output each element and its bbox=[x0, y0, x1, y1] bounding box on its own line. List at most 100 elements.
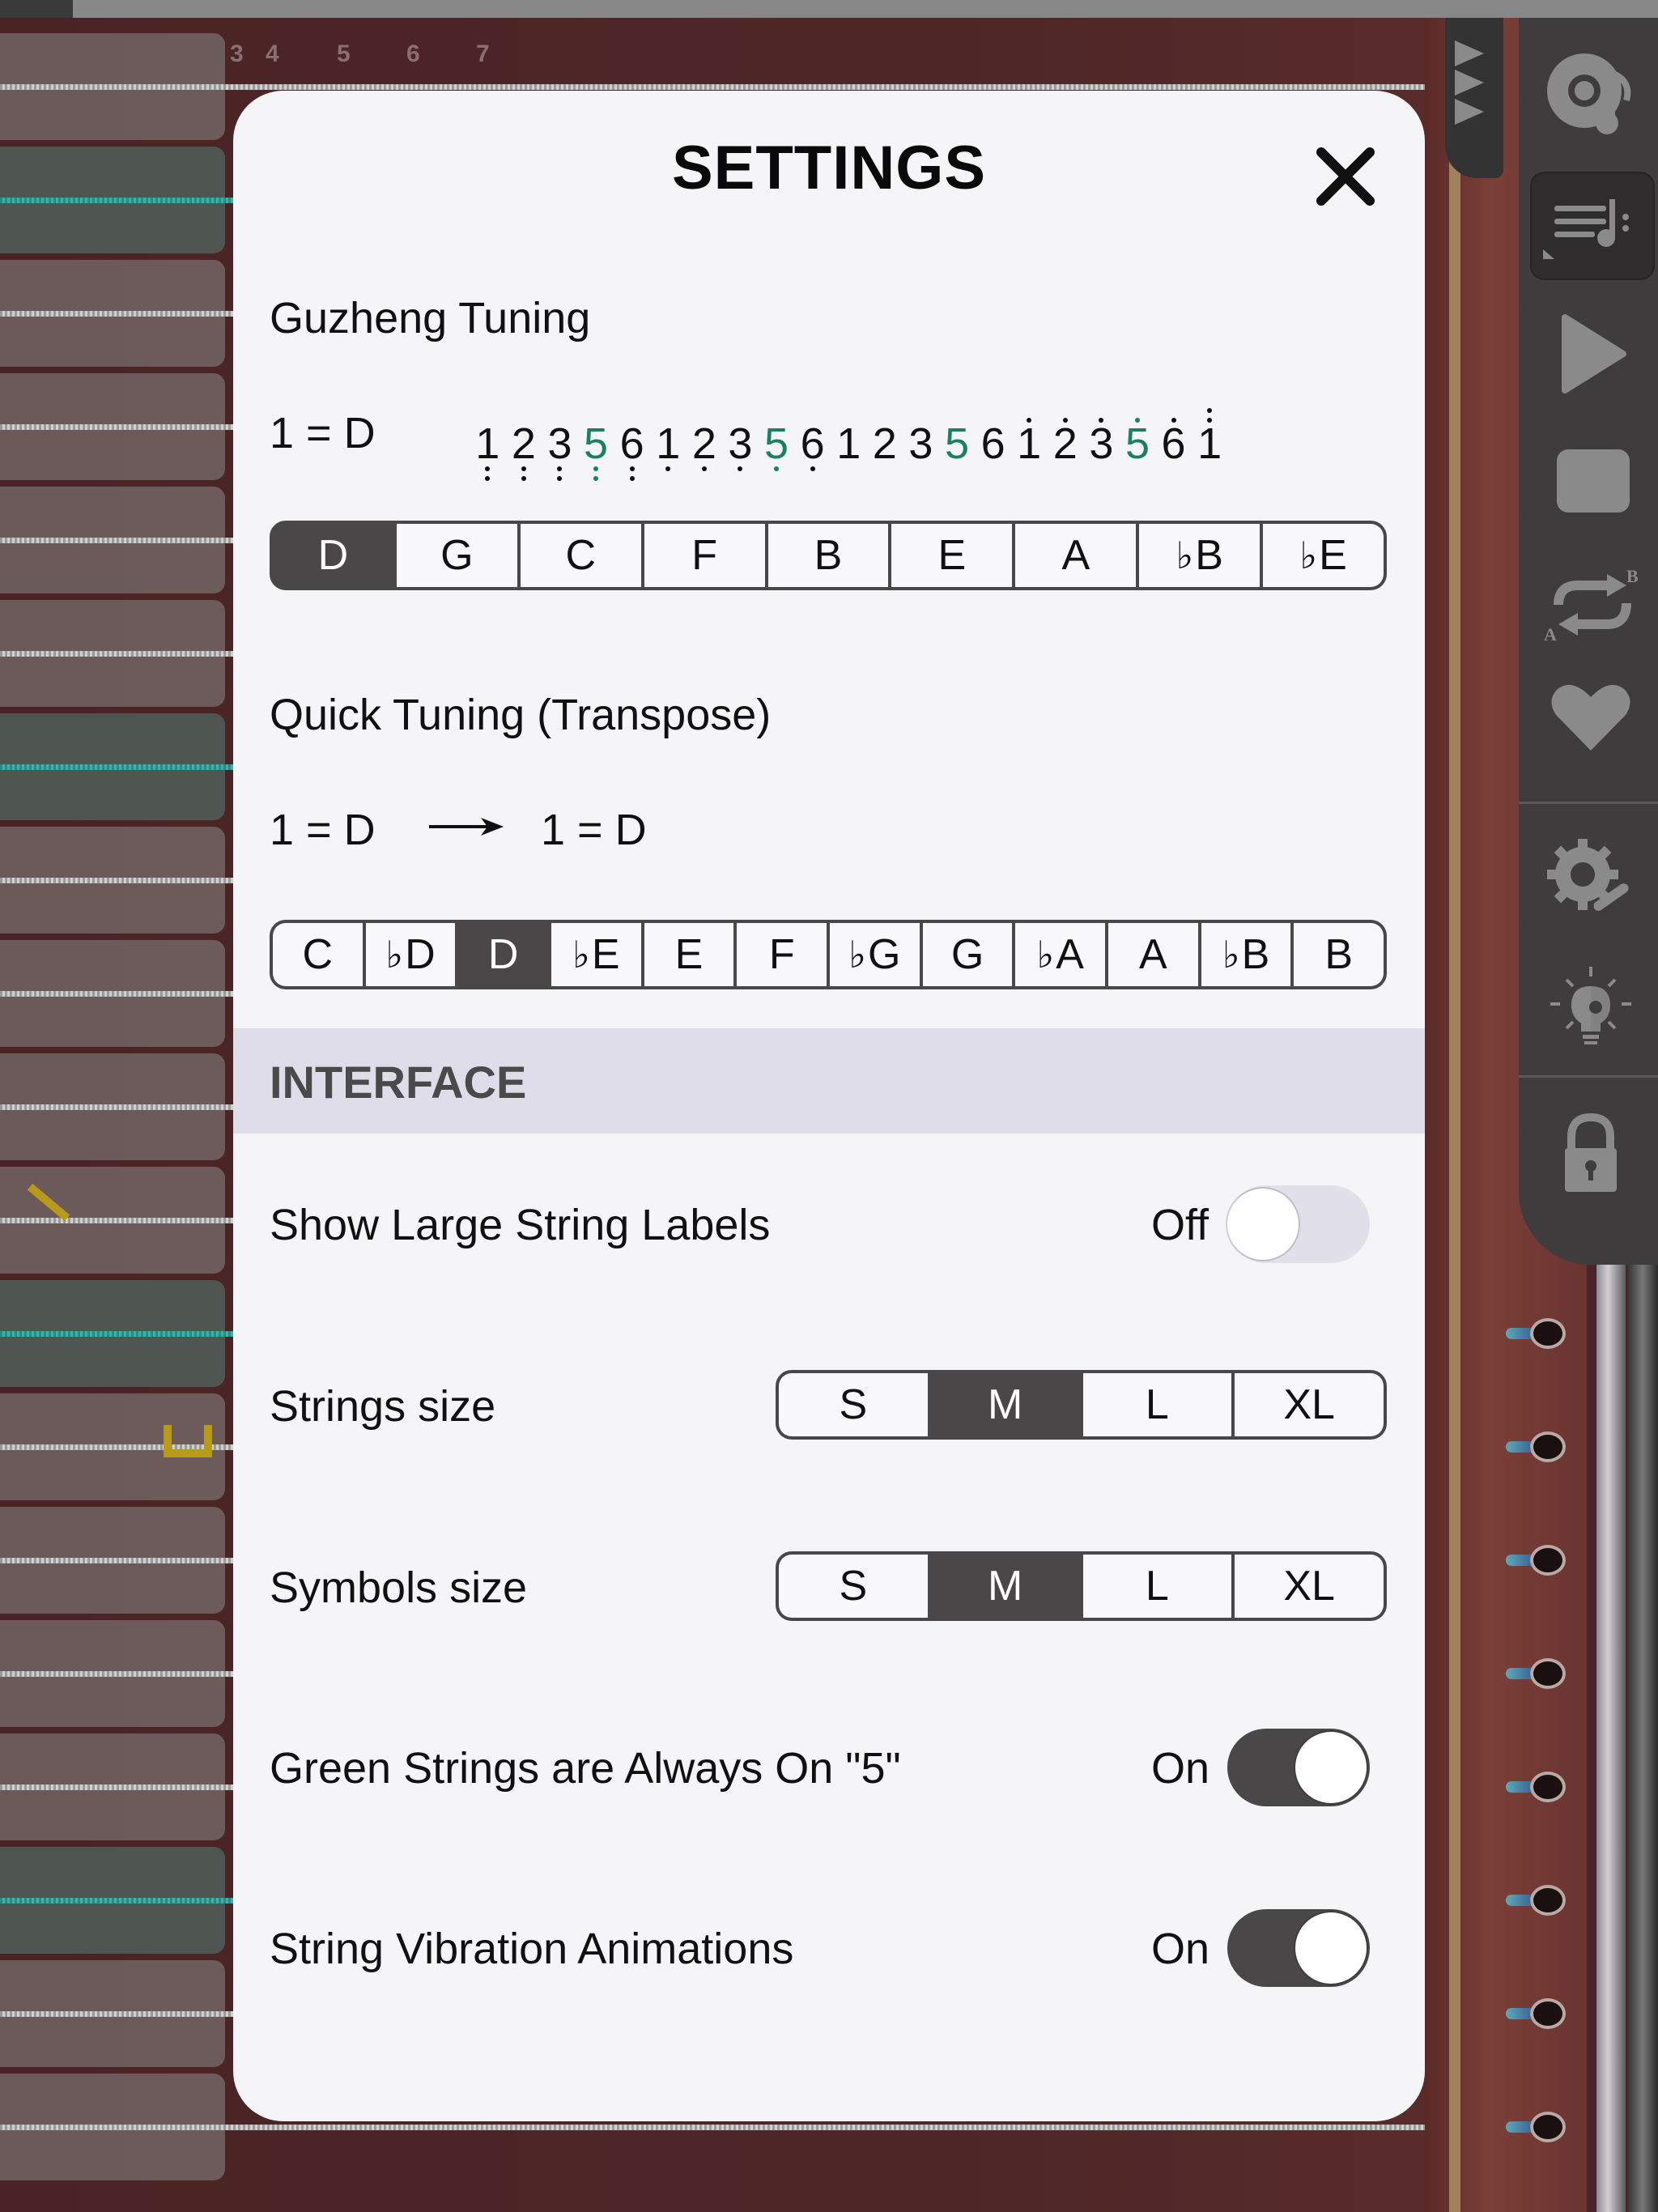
string-eyelet bbox=[1530, 1658, 1566, 1689]
octave-dot bbox=[1207, 418, 1213, 423]
symbols-size-selector: S M L XL bbox=[776, 1551, 1387, 1621]
tuning-key-equation: 1 = D bbox=[270, 409, 376, 457]
tuning-key-option[interactable]: ♭ B bbox=[1139, 524, 1261, 587]
tuning-key-option[interactable]: E bbox=[891, 524, 1013, 587]
toolbar-ab-repeat[interactable]: B A bbox=[1530, 551, 1652, 656]
quick-tuning-label: Quick Tuning (Transpose) bbox=[270, 691, 772, 739]
toolbar-separator bbox=[1519, 802, 1658, 804]
symbols-size-option[interactable]: L bbox=[1082, 1555, 1232, 1618]
jianpu-note: 6 bbox=[1161, 418, 1186, 468]
flat-symbol: ♭ bbox=[1222, 934, 1240, 976]
tuning-key-option[interactable]: F bbox=[644, 524, 765, 587]
strings-size-option[interactable]: M bbox=[930, 1373, 1080, 1436]
stop-icon bbox=[1557, 449, 1630, 513]
string-eyelet bbox=[1530, 1545, 1566, 1576]
bridge-line bbox=[1449, 18, 1460, 2212]
ruler-number: 6 bbox=[406, 40, 420, 67]
octave-dot bbox=[665, 466, 671, 471]
transpose-key-option[interactable]: ♭ E bbox=[551, 923, 641, 986]
tuning-key-option[interactable]: C bbox=[520, 524, 641, 587]
string-eyelet bbox=[1530, 1431, 1566, 1462]
toolbar-lock[interactable] bbox=[1530, 1101, 1652, 1206]
toolbar-song-sheet[interactable] bbox=[1530, 172, 1655, 280]
transpose-key-option[interactable]: A bbox=[1108, 923, 1198, 986]
collapse-toolbar-button[interactable] bbox=[1445, 18, 1503, 178]
jianpu-note: 2 bbox=[687, 395, 723, 492]
octave-dot bbox=[810, 466, 815, 471]
tuning-key-option[interactable]: A bbox=[1015, 524, 1137, 587]
yellow-mark-bracket bbox=[164, 1425, 212, 1457]
symbols-size-option[interactable]: M bbox=[930, 1555, 1080, 1618]
transpose-key-option[interactable]: C bbox=[273, 923, 363, 986]
ruler-number: 5 bbox=[337, 40, 351, 67]
toolbar-music-library[interactable] bbox=[1530, 42, 1652, 147]
string-eyelet bbox=[1530, 1772, 1566, 1802]
vibration-state: On bbox=[1151, 1925, 1210, 1973]
octave-dot bbox=[1207, 408, 1213, 413]
octave-dot bbox=[1062, 418, 1068, 423]
vibration-toggle[interactable] bbox=[1227, 1909, 1370, 1987]
transpose-key-option[interactable]: F bbox=[737, 923, 827, 986]
tuning-key-option[interactable]: G bbox=[396, 524, 517, 587]
octave-dot bbox=[1171, 418, 1176, 423]
strings-size-option[interactable]: L bbox=[1082, 1373, 1232, 1436]
transpose-key-option[interactable]: ♭ A bbox=[1015, 923, 1106, 986]
transpose-key-option[interactable]: ♭ G bbox=[830, 923, 920, 986]
jianpu-note: 5 bbox=[1124, 418, 1150, 468]
transpose-key-option[interactable]: B bbox=[1294, 923, 1384, 986]
jianpu-note: 3 bbox=[1089, 418, 1114, 468]
transpose-key-option[interactable]: ♭ B bbox=[1201, 923, 1291, 986]
jianpu-note: 1 bbox=[470, 395, 506, 492]
transpose-key-option[interactable]: E bbox=[644, 923, 734, 986]
octave-dot bbox=[485, 466, 491, 471]
tuning-key-option[interactable]: B bbox=[767, 524, 889, 587]
string[interactable] bbox=[0, 84, 1522, 90]
string[interactable] bbox=[0, 2125, 1522, 2130]
lightbulb-gear-icon bbox=[1550, 967, 1631, 1044]
toolbar-tips[interactable] bbox=[1530, 955, 1652, 1061]
octave-dot bbox=[1027, 418, 1032, 423]
jianpu-note: 6 bbox=[614, 395, 650, 492]
transpose-key-selector: C ♭ D D ♭ E E F ♭ G G ♭ A A ♭ B B bbox=[270, 920, 1387, 989]
toolbar-stop[interactable] bbox=[1530, 428, 1652, 533]
close-button[interactable] bbox=[1307, 138, 1384, 215]
octave-dot bbox=[774, 466, 780, 471]
octave-dot bbox=[593, 476, 599, 481]
flat-symbol: ♭ bbox=[1299, 534, 1318, 576]
jianpu-note: 1 bbox=[1192, 395, 1228, 492]
tuning-key-option[interactable]: D bbox=[273, 524, 393, 587]
jianpu-note: 3 bbox=[908, 419, 933, 468]
toolbar-play[interactable] bbox=[1530, 301, 1652, 406]
settings-dialog: SETTINGS Guzheng Tuning 1 = D 1235612356… bbox=[233, 91, 1425, 2121]
octave-dot bbox=[629, 466, 635, 471]
close-icon bbox=[1316, 147, 1375, 206]
symbols-size-option[interactable]: XL bbox=[1235, 1555, 1384, 1618]
jianpu-note: 5 bbox=[578, 395, 614, 492]
symbols-size-option[interactable]: S bbox=[779, 1555, 928, 1618]
string-eyelet bbox=[1530, 2112, 1566, 2142]
jianpu-note: 2 bbox=[1052, 418, 1078, 468]
flat-symbol: ♭ bbox=[572, 934, 590, 976]
play-icon bbox=[1562, 314, 1626, 393]
flat-symbol: ♭ bbox=[1175, 534, 1194, 576]
transpose-key-option[interactable]: ♭ D bbox=[365, 923, 456, 986]
show-large-labels-toggle[interactable] bbox=[1227, 1185, 1370, 1263]
vibration-label: String Vibration Animations bbox=[270, 1925, 794, 1973]
octave-dot bbox=[521, 466, 526, 471]
triple-arrow-icon bbox=[1455, 40, 1484, 125]
toolbar-settings[interactable] bbox=[1530, 826, 1652, 931]
green-strings-toggle[interactable] bbox=[1227, 1729, 1370, 1806]
show-large-labels-label: Show Large String Labels bbox=[270, 1201, 771, 1249]
tuning-key-option[interactable]: ♭ E bbox=[1263, 524, 1384, 587]
status-bar bbox=[0, 0, 1658, 18]
toolbar-favorites[interactable] bbox=[1530, 664, 1652, 769]
transpose-key-option[interactable]: G bbox=[922, 923, 1013, 986]
string-eyelet bbox=[1530, 1318, 1566, 1349]
strings-size-option[interactable]: XL bbox=[1235, 1373, 1384, 1436]
transpose-key-option[interactable]: D bbox=[458, 923, 549, 986]
octave-dot bbox=[738, 466, 743, 471]
strings-size-option[interactable]: S bbox=[779, 1373, 928, 1436]
toolbar-separator bbox=[1519, 1075, 1658, 1078]
svg-text:A: A bbox=[1544, 624, 1557, 644]
octave-dot bbox=[1134, 418, 1140, 423]
